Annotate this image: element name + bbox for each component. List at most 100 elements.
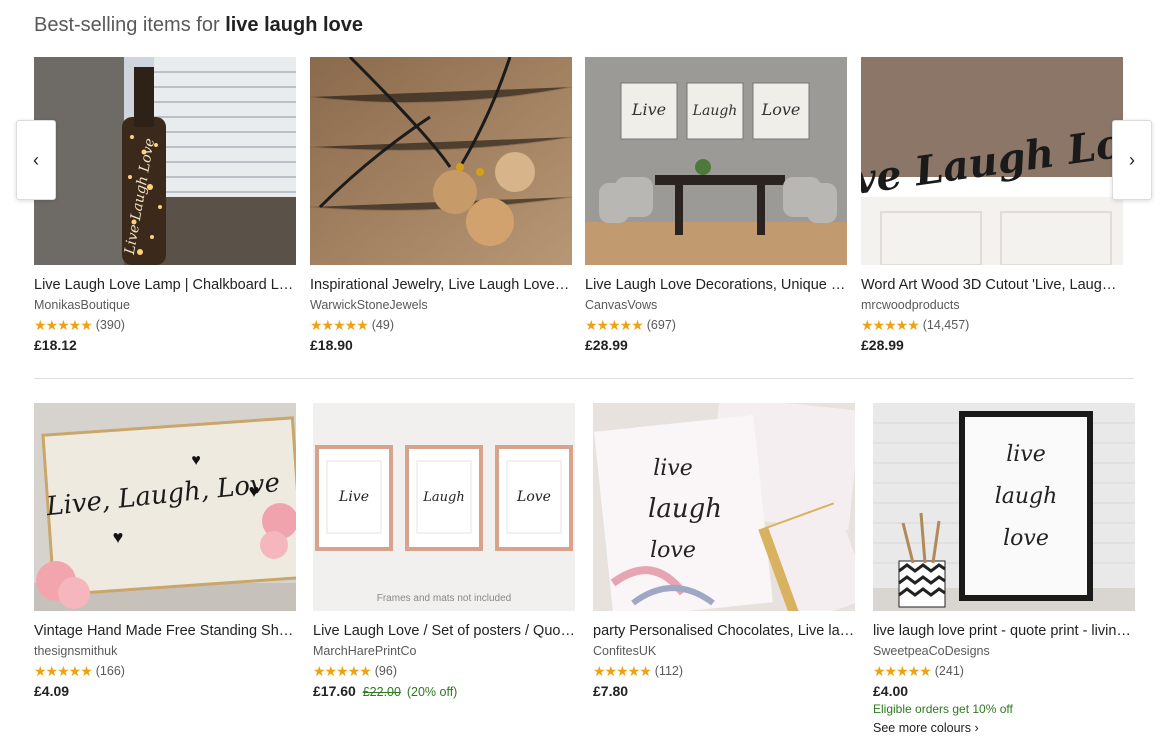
poster-set-photo: Live Laugh Love Frames and mats not incl… [313, 403, 575, 611]
price: £17.60 [313, 683, 356, 699]
product-title[interactable]: Inspirational Jewelry, Live Laugh Love N… [310, 276, 572, 294]
print-text-1: live [1006, 442, 1046, 467]
canvas-text-2: Laugh [692, 103, 738, 119]
price: £18.90 [310, 337, 353, 353]
quote-print-photo: live laugh love [873, 403, 1135, 611]
choc-text-2: laugh [648, 494, 722, 524]
chevron-right-icon: › [1129, 149, 1135, 170]
svg-text:♥: ♥ [113, 527, 124, 547]
review-count: (14,457) [922, 318, 970, 332]
price-line: £7.80 [593, 682, 855, 700]
canvas-text-1: Live [631, 100, 666, 119]
heading-query: live laugh love [225, 14, 364, 36]
shop-name: CanvasVows [585, 298, 658, 312]
star-rating-icon: ★★★★★ [313, 663, 372, 679]
rating: ★★★★★ (697) [585, 317, 847, 333]
carousel-prev-button[interactable]: ‹ [16, 120, 56, 200]
see-more-label: See more colours [873, 721, 971, 735]
product-image[interactable]: Live Laugh Love [861, 57, 1123, 265]
review-count: (241) [934, 664, 964, 678]
product-image[interactable] [310, 57, 572, 265]
product-title[interactable]: Live Laugh Love Decorations, Unique Wall… [585, 276, 847, 294]
product-card[interactable]: Inspirational Jewelry, Live Laugh Love N… [310, 57, 572, 354]
chevron-left-icon: ‹ [33, 149, 39, 170]
price-line: £4.09 [34, 682, 296, 700]
row-divider [34, 378, 1134, 379]
shop-name: thesignsmithuk [34, 644, 118, 658]
shop-name: mrcwoodproducts [861, 298, 960, 312]
shop-name: SweetpeaCoDesigns [873, 644, 990, 658]
rating: ★★★★★ (112) [593, 663, 855, 679]
product-card[interactable]: live laugh love party Personalised Choco… [593, 403, 855, 700]
price: £4.09 [34, 683, 70, 699]
price-line: £18.12 [34, 336, 296, 354]
product-title[interactable]: Word Art Wood 3D Cutout 'Live, Laugh, Lo… [861, 276, 1123, 294]
product-image[interactable]: live laugh love [873, 403, 1135, 611]
rating: ★★★★★ (49) [310, 317, 572, 333]
product-image[interactable]: Live Laugh Love [585, 57, 847, 265]
original-price: £22.00 [362, 685, 401, 699]
chocolates-photo: live laugh love [593, 403, 855, 611]
poster-note: Frames and mats not included [377, 593, 512, 604]
product-image[interactable]: Live Laugh Love [34, 57, 296, 265]
discount-label: (20% off) [406, 685, 458, 699]
choc-text-3: love [650, 538, 696, 563]
price: £28.99 [861, 337, 904, 353]
rating: ★★★★★ (14,457) [861, 317, 1123, 333]
product-card[interactable]: Live, Laugh, Love ♥ ♥ ♥ Vintage Hand Mad… [34, 403, 296, 700]
star-rating-icon: ★★★★★ [861, 317, 920, 333]
product-image[interactable]: Live Laugh Love Frames and mats not incl… [313, 403, 575, 611]
star-rating-icon: ★★★★★ [34, 663, 93, 679]
product-image[interactable]: Live, Laugh, Love ♥ ♥ ♥ [34, 403, 296, 611]
heading-prefix: Best-selling items for [34, 14, 220, 36]
rating: ★★★★★ (390) [34, 317, 296, 333]
price-line: £28.99 [861, 336, 1123, 354]
price: £7.80 [593, 683, 629, 699]
svg-text:♥: ♥ [191, 452, 201, 469]
product-title[interactable]: Live Laugh Love Lamp | Chalkboard Lamp |… [34, 276, 296, 294]
shop-name: ConfitesUK [593, 644, 657, 658]
star-rating-icon: ★★★★★ [34, 317, 93, 333]
poster-text-1: Live [338, 489, 369, 505]
shabby-sign-photo: Live, Laugh, Love ♥ ♥ ♥ [34, 403, 296, 611]
see-more-colours-link[interactable]: See more colours › [873, 720, 1135, 736]
print-text-3: love [1003, 526, 1049, 551]
product-title[interactable]: live laugh love print - quote print - li… [873, 622, 1135, 640]
price-line: £28.99 [585, 336, 847, 354]
chevron-right-icon: › [974, 721, 979, 735]
rating: ★★★★★ (241) [873, 663, 1135, 679]
product-card[interactable]: Live Laugh Love Word Art Wood 3D Cutout … [861, 57, 1123, 354]
carousel-next-button[interactable]: › [1112, 120, 1152, 200]
price: £4.00 [873, 683, 909, 699]
shop-name: WarwickStoneJewels [310, 298, 428, 312]
review-count: (112) [654, 664, 684, 678]
product-title[interactable]: Live Laugh Love / Set of posters / Quote… [313, 622, 575, 640]
product-card[interactable]: Live Laugh Love Live Laugh Love Lamp | C… [34, 57, 296, 354]
review-count: (697) [646, 318, 676, 332]
shop-name: MonikasBoutique [34, 298, 130, 312]
canvas-text-3: Love [761, 100, 801, 119]
product-title[interactable]: Vintage Hand Made Free Standing Shabby C… [34, 622, 296, 640]
choc-text-1: live [653, 456, 693, 481]
poster-text-3: Love [516, 489, 551, 505]
shop-name: MarchHarePrintCo [313, 644, 417, 658]
dining-room-canvas-photo: Live Laugh Love [585, 57, 847, 265]
product-image[interactable]: live laugh love [593, 403, 855, 611]
section-heading: Best-selling items for live laugh love [34, 14, 363, 37]
rating: ★★★★★ (166) [34, 663, 296, 679]
poster-text-2: Laugh [422, 490, 464, 505]
review-count: (390) [95, 318, 125, 332]
product-card[interactable]: live laugh love live laugh love print - … [873, 403, 1135, 736]
product-title[interactable]: party Personalised Chocolates, Live laug… [593, 622, 855, 640]
price-line: £17.60 £22.00 (20% off) [313, 682, 575, 701]
lamp-bottle-photo: Live Laugh Love [34, 57, 296, 265]
review-count: (166) [95, 664, 125, 678]
wood-cutout-photo: Live Laugh Love [861, 57, 1123, 265]
product-card[interactable]: Live Laugh Love Live Laugh Love Decorati… [585, 57, 847, 354]
star-rating-icon: ★★★★★ [873, 663, 932, 679]
price-line: £4.00 [873, 682, 1135, 700]
product-card[interactable]: Live Laugh Love Frames and mats not incl… [313, 403, 575, 701]
price: £18.12 [34, 337, 77, 353]
price: £28.99 [585, 337, 628, 353]
star-rating-icon: ★★★★★ [593, 663, 652, 679]
